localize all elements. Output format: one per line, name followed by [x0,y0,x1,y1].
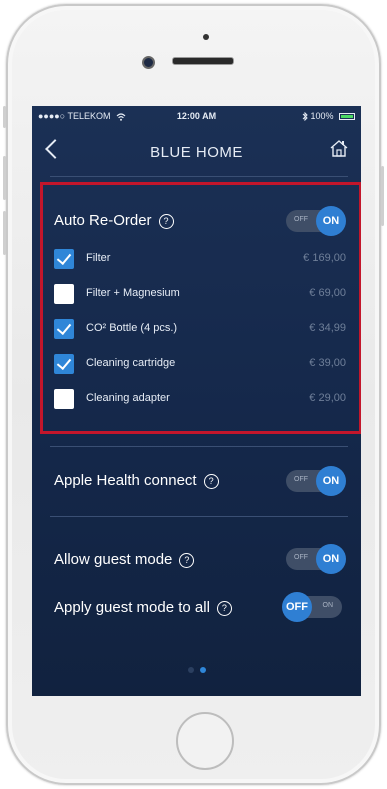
status-bar: ●●●●○ TELEKOM 12:00 AM 100% [32,106,361,126]
list-item[interactable]: CO² Bottle (4 pcs.) € 34,99 [54,319,346,343]
toggle-knob: ON [316,206,346,236]
status-right: 100% [302,111,355,122]
list-item[interactable]: Cleaning cartridge € 39,00 [54,354,346,378]
item-price: € 69,00 [309,287,346,299]
item-label: Filter + Magnesium [86,287,180,299]
help-icon[interactable]: ? [158,214,174,229]
help-icon[interactable]: ? [216,601,232,616]
item-label: Cleaning cartridge [86,357,176,369]
page-title: BLUE HOME [150,144,243,161]
front-camera [142,56,155,69]
app-screen: ●●●●○ TELEKOM 12:00 AM 100% BLUE HOME Au… [32,106,361,696]
battery-percent: 100% [310,111,334,121]
divider [50,516,348,517]
list-item[interactable]: Filter € 169,00 [54,249,346,273]
guest-mode-toggle[interactable]: OFF ON [286,544,346,574]
checkbox-filter-magnesium[interactable] [54,284,74,304]
checkbox-co2-bottle[interactable] [54,319,74,339]
toggle-off-label: OFF [294,216,308,223]
toggle-knob: ON [316,466,346,496]
nav-bar: BLUE HOME [32,132,361,172]
auto-reorder-toggle[interactable]: OFF ON [286,206,346,236]
volume-down-button [3,211,6,255]
divider [50,176,348,177]
item-label: Cleaning adapter [86,392,170,404]
toggle-off-label: OFF [294,554,308,561]
battery-icon [339,113,355,121]
volume-up-button [3,156,6,200]
toggle-knob: OFF [282,592,312,622]
item-price: € 169,00 [303,252,346,264]
checkbox-cleaning-adapter[interactable] [54,389,74,409]
list-item[interactable]: Cleaning adapter € 29,00 [54,389,346,413]
apple-health-title: Apple Health connect? [54,472,219,489]
power-button [381,166,384,226]
home-button[interactable] [176,712,234,770]
bluetooth-icon [302,111,308,122]
item-price: € 34,99 [309,322,346,334]
guest-mode-all-title: Apply guest mode to all? [54,599,232,616]
help-icon[interactable]: ? [203,474,219,489]
toggle-off-label: OFF [294,476,308,483]
proximity-sensor [203,34,209,40]
item-label: Filter [86,252,111,264]
auto-reorder-title: Auto Re-Order? [54,212,174,229]
list-item[interactable]: Filter + Magnesium € 69,00 [54,284,346,308]
checkbox-cleaning-cartridge[interactable] [54,354,74,374]
toggle-on-label: ON [322,602,334,609]
apple-health-toggle[interactable]: OFF ON [286,466,346,496]
checkbox-filter[interactable] [54,249,74,269]
page-dot[interactable] [187,667,194,673]
item-label: CO² Bottle (4 pcs.) [86,322,178,334]
item-price: € 29,00 [309,392,346,404]
guest-mode-title: Allow guest mode? [54,551,195,568]
item-price: € 39,00 [309,357,346,369]
earpiece [172,57,234,65]
guest-mode-all-toggle[interactable]: OFF ON [282,592,342,622]
page-indicator [32,660,361,678]
help-icon[interactable]: ? [179,553,195,568]
mute-switch [3,106,6,128]
divider [50,446,348,447]
toggle-knob: ON [316,544,346,574]
page-dot-active[interactable] [199,667,206,673]
home-icon[interactable] [329,138,349,158]
